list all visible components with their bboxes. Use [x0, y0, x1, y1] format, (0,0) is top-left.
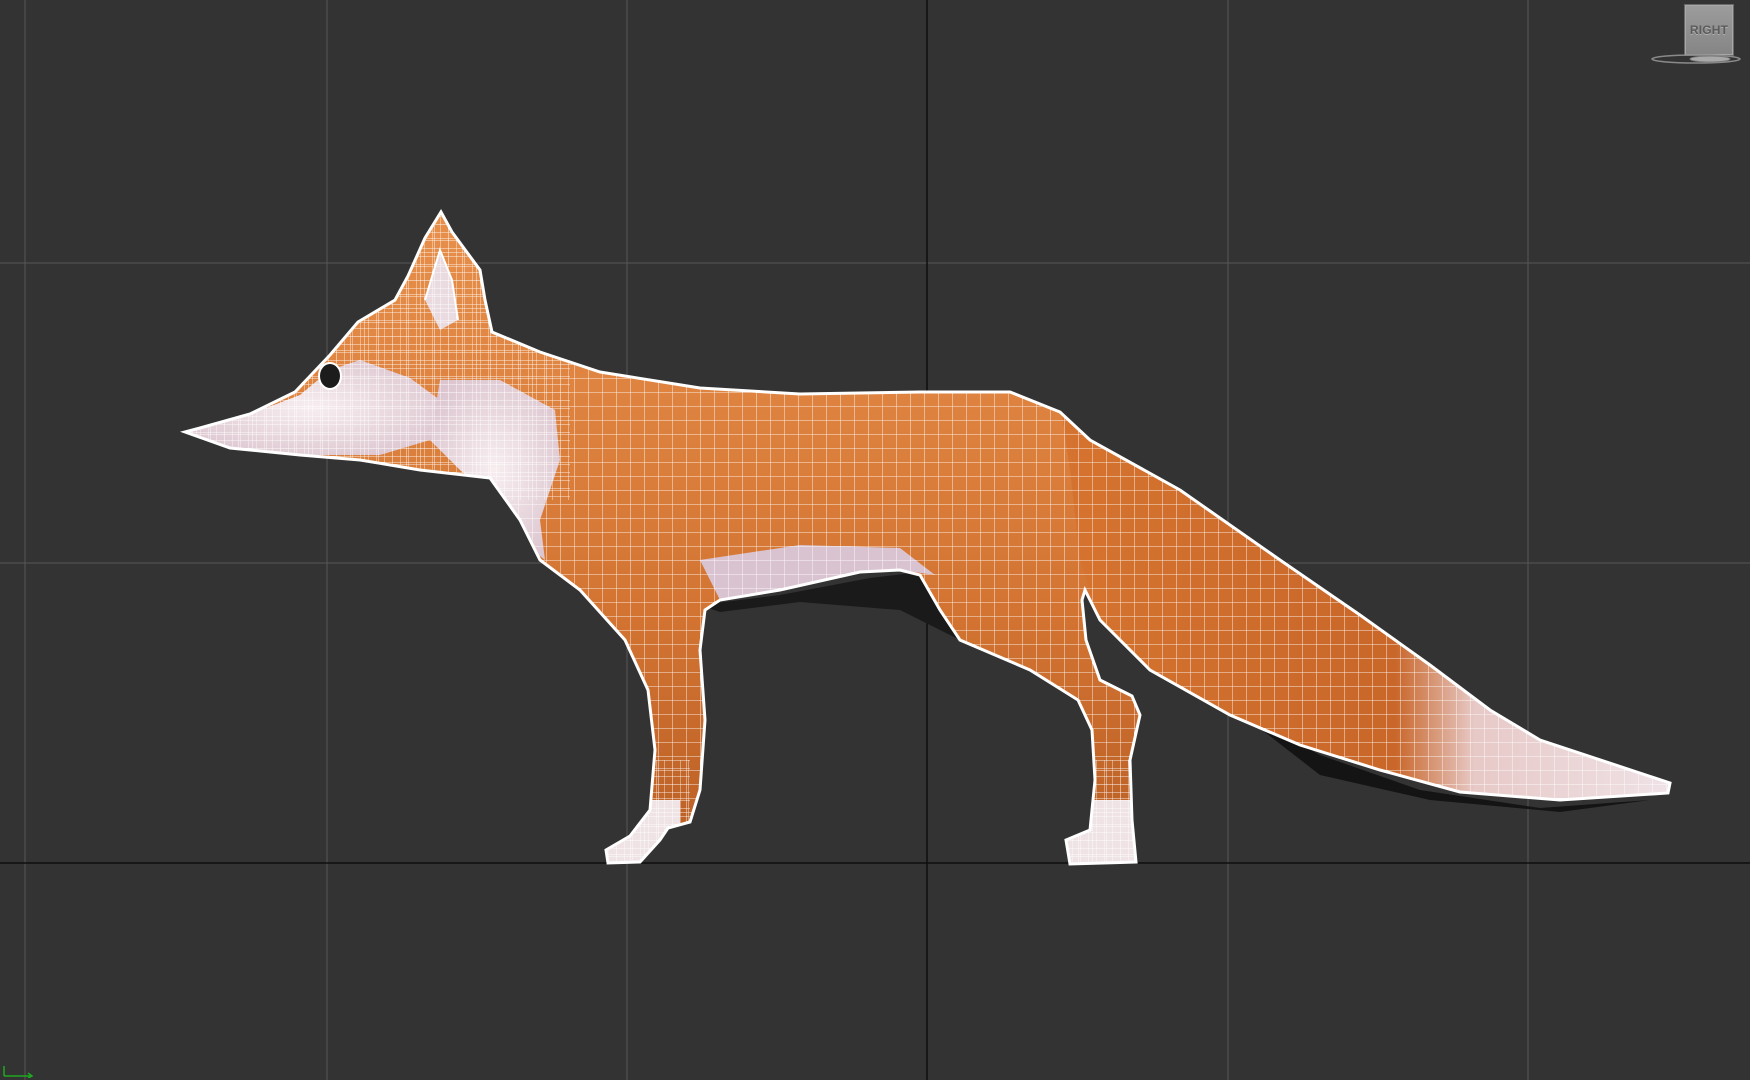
fox-eye	[318, 362, 342, 390]
viewcube[interactable]: RIGHT	[1650, 4, 1742, 68]
fox-shaded-surface	[185, 212, 1670, 864]
viewcube-face-right[interactable]: RIGHT	[1684, 4, 1734, 56]
viewport-right[interactable]: RIGHT	[0, 0, 1750, 1080]
viewcube-label: RIGHT	[1689, 23, 1729, 37]
fox-mesh[interactable]	[0, 0, 1750, 1080]
axis-tripod-icon	[3, 1066, 34, 1078]
viewcube-compass-ring[interactable]	[1650, 53, 1742, 65]
